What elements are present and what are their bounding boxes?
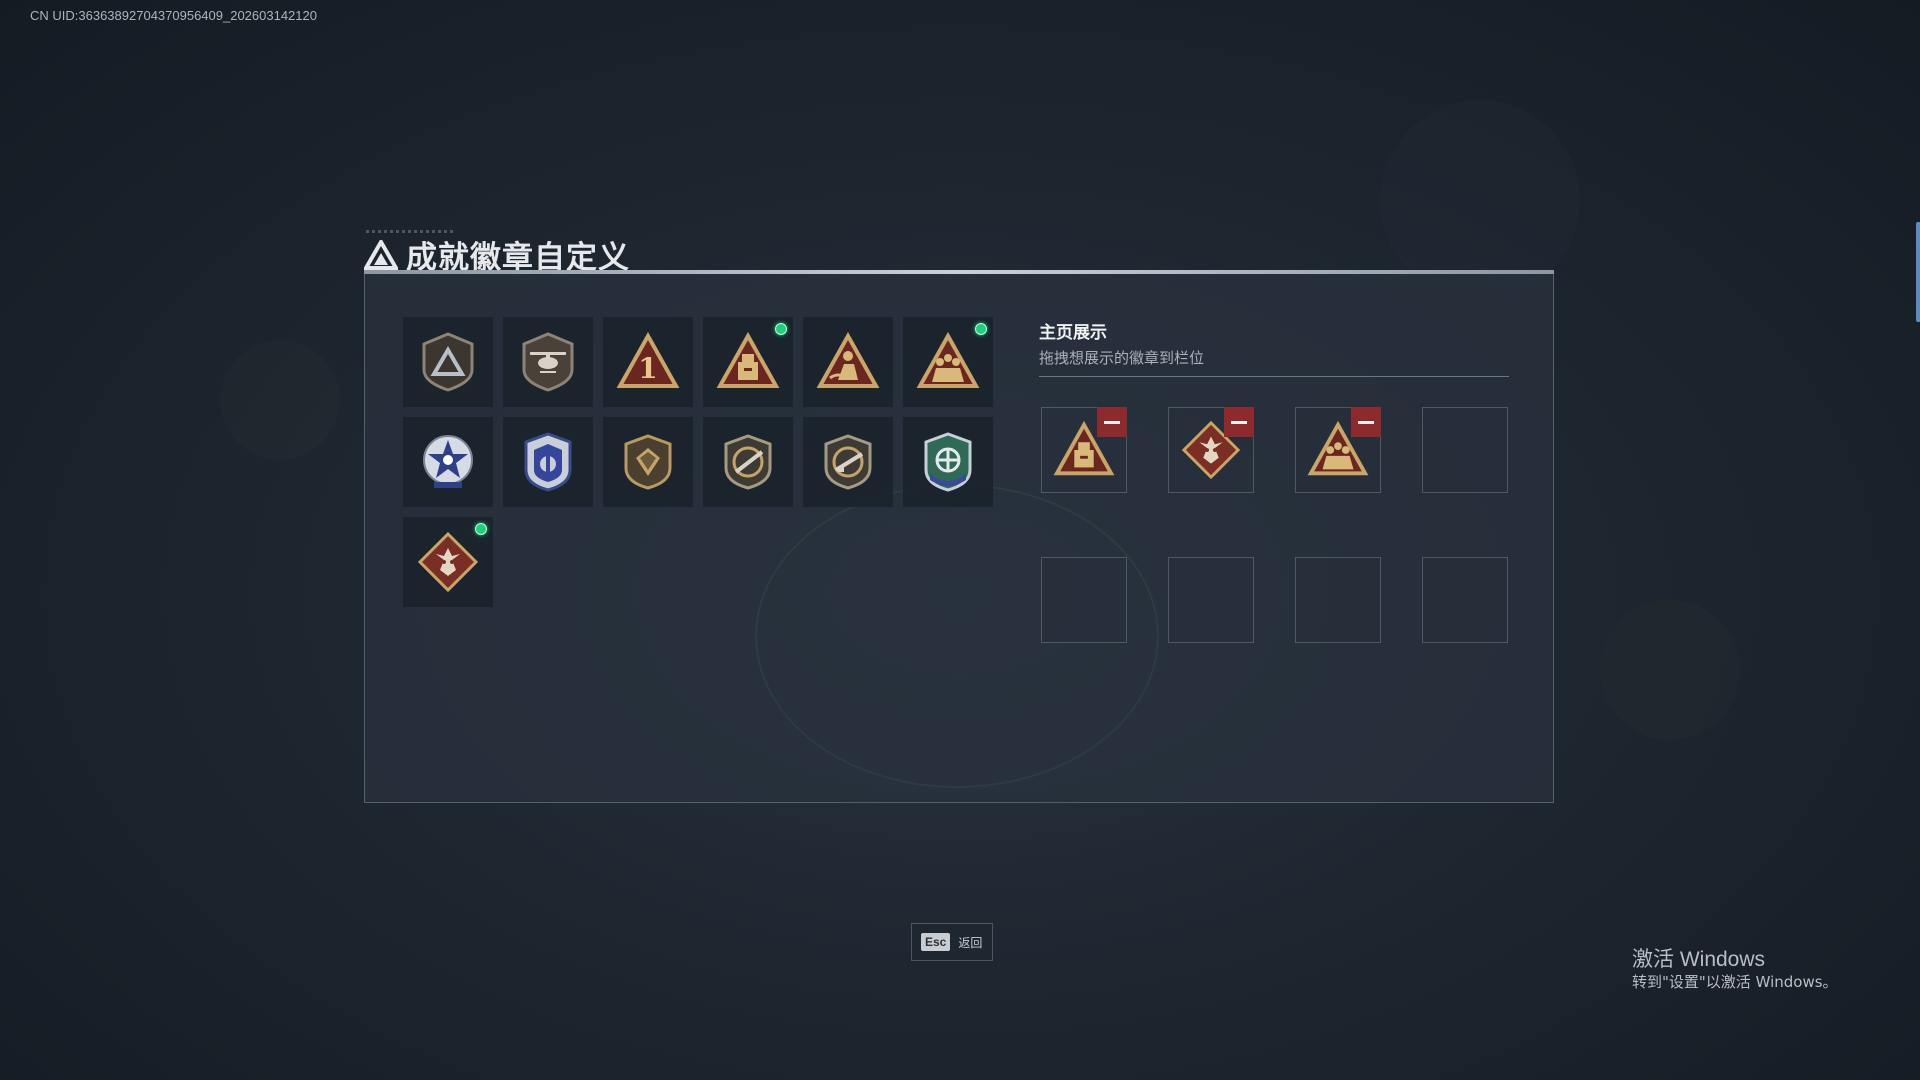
runner-badge-icon: [816, 331, 880, 388]
emblem-crest-badge-icon: [924, 432, 972, 492]
rifle-shield-badge-icon-2: [824, 434, 872, 490]
esc-key-icon: Esc: [921, 933, 951, 951]
new-indicator-dot: [475, 523, 487, 535]
remove-badge-button[interactable]: [1351, 407, 1381, 437]
new-indicator-dot: [975, 323, 987, 335]
badge-slot[interactable]: [703, 317, 793, 407]
rifle-shield-badge-icon: [724, 434, 772, 490]
showcase-slot-empty[interactable]: [1422, 407, 1508, 493]
supply-crate-badge-icon: [716, 331, 780, 388]
new-indicator-dot: [775, 323, 787, 335]
showcase-slot[interactable]: [1295, 407, 1381, 493]
minus-icon: [1104, 420, 1120, 424]
svg-text:1: 1: [638, 352, 657, 385]
showcase-slot-empty[interactable]: [1295, 557, 1381, 643]
gem-shield-badge-icon: [624, 434, 672, 490]
showcase-title: 主页展示: [1039, 323, 1107, 343]
panel-top-bar: [364, 270, 1554, 274]
showcase-slot[interactable]: [1041, 407, 1127, 493]
remove-badge-button[interactable]: [1224, 407, 1254, 437]
uid-label: CN UID:3636389270437095640​9_20260314212…: [30, 8, 317, 23]
minus-icon: [1231, 420, 1247, 424]
badge-slot[interactable]: 1: [603, 317, 693, 407]
header-ticks: [366, 230, 456, 233]
showcase-slot-empty[interactable]: [1168, 557, 1254, 643]
back-button[interactable]: Esc 返回: [911, 923, 993, 961]
windows-activation-title: 激活 Windows: [1632, 948, 1766, 971]
background-glow: [220, 340, 340, 460]
rank-one-badge-icon: 1: [616, 331, 680, 388]
badge-slot[interactable]: [503, 417, 593, 507]
triangle-logo-icon: [364, 239, 398, 270]
showcase-divider: [1039, 376, 1509, 377]
badge-slot[interactable]: [903, 317, 993, 407]
showcase-header: 主页展示 拖拽想展示的徽章到栏位: [1039, 318, 1509, 377]
badge-slot[interactable]: [403, 317, 493, 407]
showcase-subtitle: 拖拽想展示的徽章到栏位: [1039, 349, 1205, 367]
squad-badge-icon: [916, 331, 980, 388]
badge-slot[interactable]: [703, 417, 793, 507]
dragon-badge-icon: [417, 531, 479, 593]
badge-slot[interactable]: [803, 417, 893, 507]
background-glow: [1600, 600, 1740, 740]
showcase-slot-empty[interactable]: [1422, 557, 1508, 643]
edge-tab[interactable]: [1916, 222, 1920, 322]
badge-slot[interactable]: [603, 417, 693, 507]
badge-slot[interactable]: [803, 317, 893, 407]
badge-panel: 1 主页展示 拖拽想展示的徽章到栏位: [364, 270, 1554, 803]
badge-grid: 1: [403, 317, 993, 607]
remove-badge-button[interactable]: [1097, 407, 1127, 437]
badge-slot[interactable]: [503, 317, 593, 407]
windows-activation-subtitle: 转到"设置"以激活 Windows。: [1632, 973, 1838, 991]
showcase-slot[interactable]: [1168, 407, 1254, 493]
star-medal-badge-icon: [423, 435, 473, 488]
helicopter-badge-icon: [522, 332, 574, 392]
shield-triangle-badge-icon: [422, 332, 474, 392]
showcase-grid: [1041, 407, 1508, 643]
badge-slot[interactable]: [403, 417, 493, 507]
minus-icon: [1358, 420, 1374, 424]
badge-slot[interactable]: [903, 417, 993, 507]
police-shield-badge-icon: [524, 432, 572, 492]
showcase-slot-empty[interactable]: [1041, 557, 1127, 643]
back-label: 返回: [958, 935, 983, 950]
badge-slot[interactable]: [403, 517, 493, 607]
